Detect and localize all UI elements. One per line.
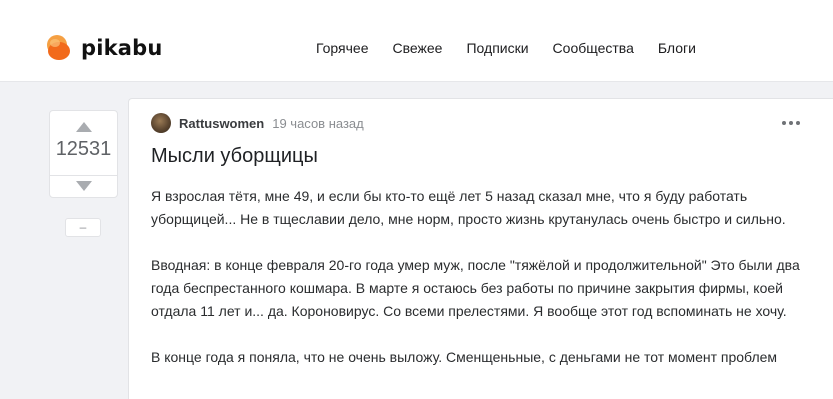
post-time: 19 часов назад [272,115,364,131]
post-paragraph: В конце года я поняла, что не очень выло… [151,349,778,365]
main-nav: Горячее Свежее Подписки Сообщества Блоги [316,40,696,56]
dot-icon [789,121,793,125]
nav-blogs[interactable]: Блоги [658,40,696,56]
post-card: Rattuswomen 19 часов назад Мысли уборщиц… [128,98,833,399]
post-title[interactable]: Мысли уборщицы [151,145,318,168]
more-options-button[interactable] [782,117,800,129]
nav-subscriptions[interactable]: Подписки [466,40,528,56]
dot-icon [782,121,786,125]
rating-widget: 12531 [49,110,118,198]
pikabu-logo[interactable]: pikabu [44,34,163,62]
arrow-down-icon [75,181,92,191]
upvote-button[interactable] [50,117,117,137]
logo-text: pikabu [81,36,163,60]
post-paragraph: Я взрослая тётя, мне 49, и если бы кто-т… [151,188,786,227]
nav-communities[interactable]: Сообщества [553,40,634,56]
collapse-post-button[interactable]: – [65,218,101,237]
author-avatar[interactable] [151,113,171,133]
author-name[interactable]: Rattuswomen [179,116,264,131]
post-meta: Rattuswomen 19 часов назад [151,113,364,133]
downvote-button[interactable] [50,176,117,196]
dot-icon [796,121,800,125]
nav-fresh[interactable]: Свежее [393,40,443,56]
nav-hot[interactable]: Горячее [316,40,369,56]
pikabu-logo-icon [47,35,70,60]
rating-count: 12531 [55,138,112,160]
arrow-up-icon [75,122,92,132]
post-paragraph: Вводная: в конце февраля 20-го года умер… [151,257,800,319]
post-body: Я взрослая тётя, мне 49, и если бы кто-т… [151,185,801,392]
site-header: pikabu Горячее Свежее Подписки Сообществ… [0,0,833,82]
